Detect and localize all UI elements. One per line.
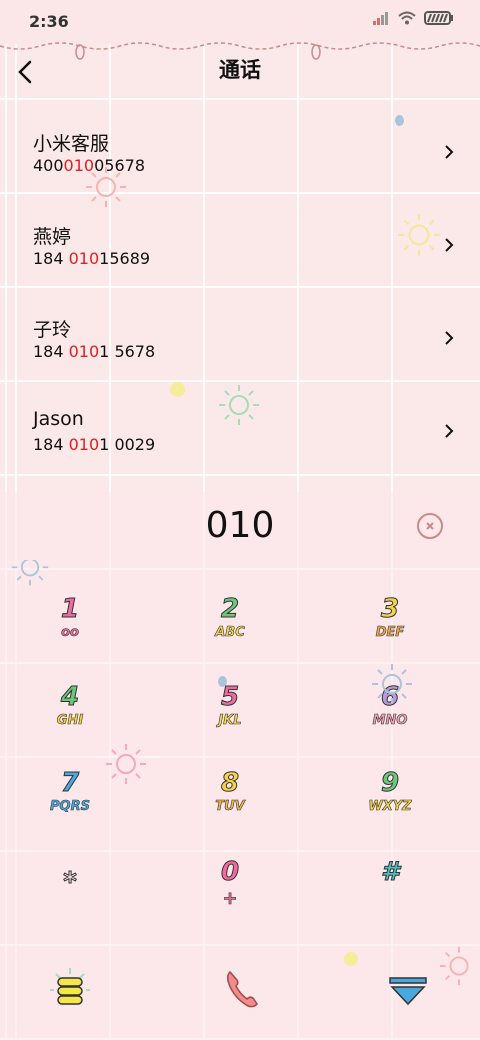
contact-name: 小米客服 [33, 133, 110, 155]
chevron-right-icon[interactable] [444, 237, 454, 253]
page-title: 通话 [219, 58, 261, 82]
dot-decoration [170, 382, 185, 397]
contact-name: 燕婷 [33, 226, 72, 248]
key-hash[interactable]: # [315, 858, 465, 943]
wifi-icon [398, 11, 416, 25]
matched-digits: 010 [68, 435, 100, 454]
call-button[interactable] [224, 966, 260, 1010]
key-5[interactable]: 5 JKL [155, 683, 305, 768]
sun-decoration-icon [86, 167, 126, 207]
signal-icon [373, 12, 388, 25]
contact-name: Jason [33, 408, 84, 430]
key-star[interactable]: * [0, 868, 145, 953]
contact-number: 184 0101 0029 [33, 435, 156, 454]
contact-number: 184 0101 5678 [33, 342, 156, 361]
matched-digits: 010 [68, 249, 100, 268]
contact-number: 184 01015689 [33, 249, 151, 268]
sun-decoration-icon [372, 664, 412, 704]
dot-decoration [344, 952, 358, 966]
menu-icon [50, 968, 90, 1005]
sun-decoration-icon [106, 744, 146, 784]
menu-button[interactable] [46, 966, 94, 1014]
key-1[interactable]: 1 oo [0, 595, 145, 680]
dot-decoration [395, 115, 404, 126]
chevron-right-icon[interactable] [444, 144, 454, 160]
dot-decoration [218, 676, 227, 687]
contact-row[interactable]: 小米客服 40001005678 [0, 100, 480, 193]
key-9[interactable]: 9 WXYZ [315, 769, 465, 854]
key-2[interactable]: 2 ABC [155, 595, 305, 680]
key-0[interactable]: 0 + [155, 858, 305, 943]
sun-decoration-icon [439, 946, 469, 986]
contact-row[interactable]: 子玲 184 0101 5678 [0, 286, 480, 379]
collapse-icon [389, 977, 427, 1006]
battery-icon [424, 11, 453, 25]
matched-digits: 010 [68, 342, 100, 361]
dial-input-display[interactable]: 010 [0, 505, 480, 546]
status-time: 2:36 [29, 12, 69, 31]
key-8[interactable]: 8 TUV [155, 769, 305, 854]
sun-decoration-icon [398, 214, 440, 256]
close-icon [426, 522, 434, 530]
phone-icon [226, 970, 258, 1008]
collapse-dialpad-button[interactable] [388, 972, 428, 1008]
chevron-right-icon[interactable] [444, 330, 454, 346]
contact-name: 子玲 [33, 319, 72, 341]
chevron-right-icon[interactable] [444, 423, 454, 439]
status-icons [372, 11, 454, 25]
sun-decoration-icon [219, 385, 259, 425]
sun-decoration-icon [11, 560, 49, 586]
header: 通话 [0, 52, 480, 92]
clear-button[interactable] [417, 513, 443, 539]
